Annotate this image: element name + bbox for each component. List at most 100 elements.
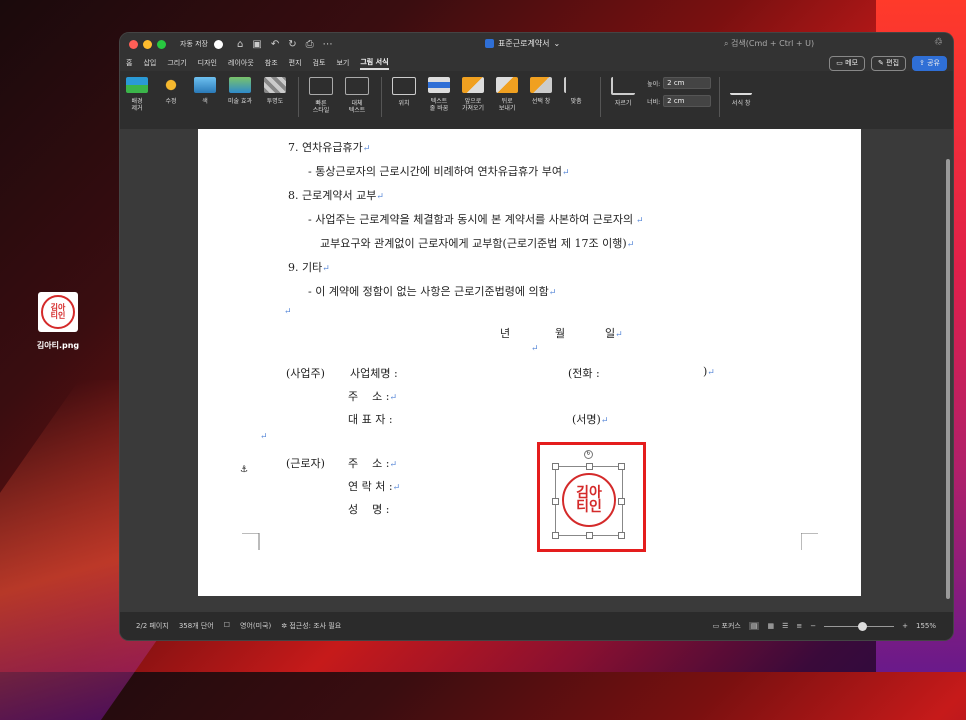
resize-handle[interactable] bbox=[618, 498, 625, 505]
resize-handle[interactable] bbox=[586, 463, 593, 470]
selected-stamp-image[interactable]: 김아 티인 bbox=[555, 466, 623, 536]
search-field[interactable]: ⌕ 검색(Cmd + Ctrl + U) bbox=[724, 38, 814, 49]
artistic-effects-icon bbox=[229, 77, 251, 93]
alt-text-icon bbox=[345, 77, 369, 95]
focus-button[interactable]: ▭ 포커스 bbox=[713, 621, 741, 631]
tab-mailings[interactable]: 편지 bbox=[289, 58, 302, 68]
send-backward-icon bbox=[496, 77, 519, 93]
zoom-in-icon[interactable]: + bbox=[902, 622, 908, 630]
undo-icon[interactable]: ↶ bbox=[271, 39, 279, 50]
date-year: 년 bbox=[500, 327, 511, 340]
tab-insert[interactable]: 삽입 bbox=[143, 58, 156, 68]
corrections-button[interactable]: 수정 bbox=[160, 77, 182, 105]
share-icon: ⇪ bbox=[919, 59, 928, 67]
crop-icon bbox=[611, 77, 636, 95]
share-button[interactable]: ⇪ 공유 bbox=[912, 56, 947, 71]
doc-line: 7. 연차유급휴가↵ bbox=[288, 141, 371, 154]
zoom-slider[interactable] bbox=[824, 621, 895, 631]
zoom-button[interactable] bbox=[157, 39, 166, 49]
bring-forward-button[interactable]: 앞으로 가져오기 bbox=[462, 77, 484, 112]
word-count[interactable]: 358개 단어 bbox=[179, 621, 214, 631]
close-button[interactable] bbox=[129, 39, 138, 49]
selection-pane-button[interactable]: 선택 창 bbox=[530, 77, 553, 105]
color-button[interactable]: 색 bbox=[194, 77, 216, 105]
format-pane-button[interactable]: 서식 창 bbox=[730, 77, 753, 107]
paragraph-mark: ↵ bbox=[284, 307, 292, 317]
print-layout-icon[interactable]: ▤ bbox=[748, 622, 760, 630]
ribbon-separator bbox=[719, 77, 721, 117]
zoom-level[interactable]: 155% bbox=[916, 622, 936, 630]
print-icon[interactable]: ⎙ bbox=[306, 39, 314, 50]
employer-label: (사업주) bbox=[286, 367, 325, 380]
vertical-scrollbar[interactable] bbox=[946, 159, 950, 599]
ribbon-tabs: 홈 삽입 그리기 디자인 레이아웃 참조 편지 검토 보기 그림 서식 ▭ 메모… bbox=[120, 55, 953, 71]
crop-button[interactable]: 자르기 bbox=[611, 77, 636, 107]
redo-icon[interactable]: ↻ bbox=[288, 39, 296, 50]
pencil-icon: ✎ bbox=[878, 59, 887, 67]
language[interactable]: 영어(미국) bbox=[240, 621, 271, 631]
page-count[interactable]: 2/2 페이지 bbox=[136, 621, 169, 631]
memo-button[interactable]: ▭ 메모 bbox=[829, 56, 866, 71]
desktop-file-label[interactable]: 김아티.png bbox=[30, 340, 86, 351]
rotate-handle-icon[interactable]: ↻ bbox=[584, 450, 593, 459]
search-icon: ⌕ bbox=[724, 39, 729, 48]
align-button[interactable]: 맞춤 bbox=[564, 77, 588, 105]
tab-references[interactable]: 참조 bbox=[265, 58, 278, 68]
autosave-label: 자동 저장 bbox=[180, 40, 208, 48]
accessibility[interactable]: ✲ 접근성: 조사 필요 bbox=[281, 621, 341, 631]
zoom-knob[interactable] bbox=[858, 621, 868, 631]
document-canvas[interactable]: 7. 연차유급휴가↵ - 통상근로자의 근로시간에 비례하여 연차유급휴가 부여… bbox=[120, 129, 953, 612]
position-button[interactable]: 위치 bbox=[392, 77, 416, 107]
document-page[interactable]: 7. 연차유급휴가↵ - 통상근로자의 근로시간에 비례하여 연차유급휴가 부여… bbox=[198, 129, 861, 596]
alt-text-button[interactable]: 대체 텍스트 bbox=[345, 77, 369, 114]
document-title[interactable]: 표준근로계약서 ⌄ bbox=[485, 38, 560, 49]
resize-handle[interactable] bbox=[552, 463, 559, 470]
tab-view[interactable]: 보기 bbox=[336, 58, 349, 68]
phone-label: (전화 : bbox=[568, 367, 600, 380]
title-bar: 자동 저장 ⌂ ▣ ↶ ↻ ⎙ ⋯ 표준근로계약서 ⌄ ⌕ 검색(Cmd + C… bbox=[120, 33, 953, 55]
word-doc-icon bbox=[485, 39, 494, 48]
sun-icon bbox=[160, 77, 182, 93]
share-people-icon[interactable]: ♲ bbox=[934, 37, 943, 48]
wrap-text-button[interactable]: 텍스트 줄 바꿈 bbox=[428, 77, 450, 112]
width-field[interactable] bbox=[663, 95, 712, 107]
resize-handle[interactable] bbox=[552, 498, 559, 505]
remove-background-icon bbox=[126, 77, 148, 93]
desktop-file-icon[interactable]: 김아 티인 bbox=[38, 292, 78, 332]
tab-layout[interactable]: 레이아웃 bbox=[228, 58, 254, 68]
remove-background-button[interactable]: 배경 제거 bbox=[126, 77, 148, 112]
home-icon[interactable]: ⌂ bbox=[237, 39, 243, 50]
resize-handle[interactable] bbox=[586, 532, 593, 539]
transparency-button[interactable]: 투명도 bbox=[264, 77, 286, 105]
window-controls bbox=[129, 39, 166, 49]
proofing-icon[interactable]: ☐ bbox=[224, 621, 230, 631]
minimize-button[interactable] bbox=[143, 39, 152, 49]
tab-draw[interactable]: 그리기 bbox=[167, 58, 186, 68]
quick-styles-button[interactable]: 빠른 스타일 bbox=[309, 77, 333, 114]
doc-line: - 통상근로자의 근로시간에 비례하여 연차유급휴가 부여↵ bbox=[308, 165, 570, 178]
artistic-effects-button[interactable]: 미술 효과 bbox=[228, 77, 252, 105]
outline-view-icon[interactable]: ☰ bbox=[782, 622, 788, 630]
edit-button[interactable]: ✎ 편집 bbox=[871, 56, 907, 71]
tab-design[interactable]: 디자인 bbox=[198, 58, 217, 68]
tab-picture-format[interactable]: 그림 서식 bbox=[360, 57, 389, 70]
send-backward-button[interactable]: 뒤로 보내기 bbox=[496, 77, 519, 112]
size-group: 높이: 너비: bbox=[647, 77, 712, 107]
tab-home[interactable]: 홈 bbox=[126, 58, 132, 68]
ribbon-separator bbox=[381, 77, 382, 117]
tab-review[interactable]: 검토 bbox=[313, 58, 326, 68]
draft-view-icon[interactable]: ≡ bbox=[796, 622, 802, 630]
autosave-toggle[interactable]: 자동 저장 bbox=[180, 39, 223, 49]
more-icon[interactable]: ⋯ bbox=[323, 39, 333, 50]
resize-handle[interactable] bbox=[552, 532, 559, 539]
width-label: 너비: bbox=[647, 98, 661, 106]
zoom-out-icon[interactable]: − bbox=[810, 622, 816, 630]
resize-handle[interactable] bbox=[618, 532, 625, 539]
resize-handle[interactable] bbox=[618, 463, 625, 470]
web-layout-icon[interactable]: ▦ bbox=[767, 622, 774, 630]
height-field[interactable] bbox=[663, 77, 712, 89]
anchor-icon[interactable]: ⚓ bbox=[240, 465, 248, 475]
save-icon[interactable]: ▣ bbox=[252, 39, 261, 50]
ribbon-separator bbox=[600, 77, 602, 117]
business-name-label: 사업체명 : bbox=[350, 367, 398, 380]
